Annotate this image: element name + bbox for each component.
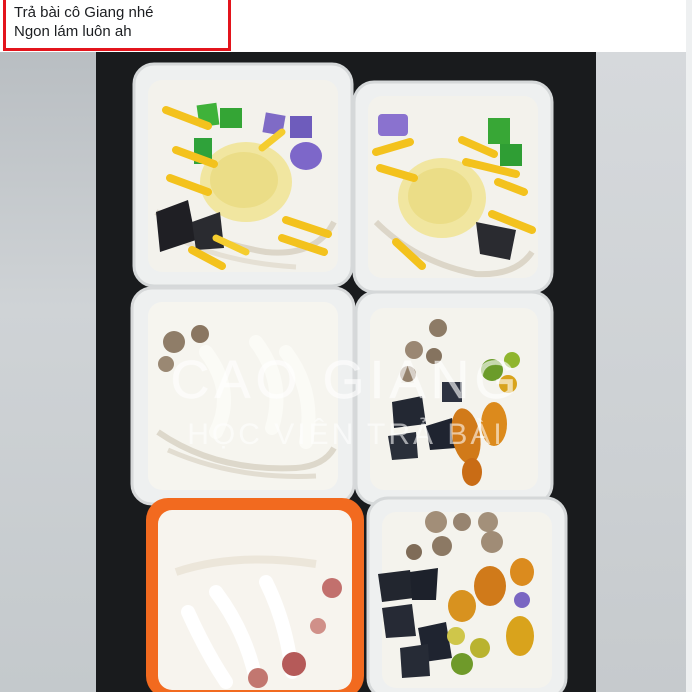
dessert-container-2 (352, 80, 554, 294)
viewer-scroll-edge (686, 0, 692, 692)
dessert-container-4 (354, 290, 554, 506)
photo-background-left (0, 52, 96, 692)
dessert-photo[interactable] (96, 52, 596, 692)
dessert-container-1 (132, 62, 354, 288)
caption-line-1: Trả bài cô Giang nhé (14, 4, 154, 21)
photo-background-right (596, 52, 692, 692)
dessert-container-3 (130, 286, 356, 506)
caption-line-2: Ngon lám luôn ah (14, 23, 132, 40)
dessert-container-6 (366, 496, 568, 692)
dessert-container-5 (146, 498, 364, 692)
post-caption: Trả bài cô Giang nhé Ngon lám luôn ah (0, 0, 692, 52)
